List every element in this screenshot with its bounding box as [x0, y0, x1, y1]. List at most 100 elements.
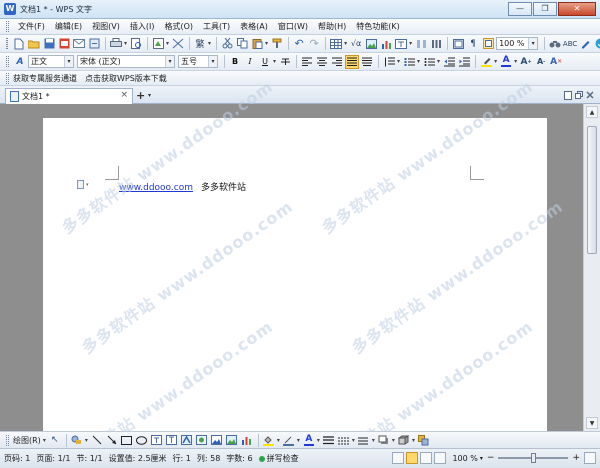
zoom-combo[interactable]: 100 % ▾ [496, 37, 539, 50]
underline-chevron-down-icon[interactable]: ▾ [273, 58, 276, 65]
drawing-chevron-down-icon[interactable]: ▾ [43, 437, 46, 444]
picture-tool-icon[interactable] [225, 433, 239, 447]
page-setup-icon[interactable] [451, 37, 465, 51]
tab-close-icon[interactable]: × [120, 90, 128, 100]
save-as-pdf-icon[interactable] [57, 37, 71, 51]
vertical-textbox-icon[interactable] [165, 433, 179, 447]
menu-window[interactable]: 窗口(W) [273, 19, 313, 35]
zoom-in-icon[interactable]: + [572, 453, 580, 463]
document-hyperlink[interactable]: www.ddooo.com [119, 183, 193, 193]
rectangle-tool-icon[interactable] [120, 433, 134, 447]
maximize-button[interactable]: ❐ [533, 2, 557, 16]
convert-chevron-down-icon[interactable]: ▾ [208, 40, 211, 47]
zoom-chevron-down-icon[interactable]: ▾ [528, 38, 538, 49]
pdf-export-icon[interactable] [151, 37, 165, 51]
menu-help[interactable]: 帮助(H) [313, 19, 351, 35]
vertical-scrollbar[interactable]: ▲ ▼ [583, 104, 600, 431]
select-pointer-icon[interactable]: ↖ [48, 433, 62, 447]
align-left-icon[interactable] [300, 55, 314, 69]
insert-textbox-icon[interactable] [394, 37, 408, 51]
numbering-chevron-down-icon[interactable]: ▾ [417, 58, 420, 65]
clear-format-icon[interactable]: A ✕ [549, 55, 563, 69]
print-preview-icon[interactable] [129, 37, 143, 51]
3d-style-icon[interactable] [397, 433, 411, 447]
menu-features[interactable]: 特色功能(K) [351, 19, 405, 35]
export-options-chevron-down-icon[interactable]: ▾ [166, 40, 169, 47]
line-color-chevron-down-icon[interactable]: ▾ [297, 437, 300, 444]
menu-file[interactable]: 文件(F) [13, 19, 50, 35]
scrollbar-thumb[interactable] [587, 126, 597, 254]
font-color-chevron-down-icon[interactable]: ▾ [514, 58, 517, 65]
style-chevron-down-icon[interactable]: ▾ [64, 56, 73, 67]
align-center-icon[interactable] [315, 55, 329, 69]
arrow-style-icon[interactable] [357, 433, 371, 447]
web-view-icon[interactable] [434, 452, 447, 464]
drawing-menu-button[interactable]: 绘图(R) [13, 435, 41, 446]
draw-font-color-chevron-down-icon[interactable]: ▾ [317, 437, 320, 444]
chart-tool-icon[interactable] [240, 433, 254, 447]
arrow-tool-icon[interactable] [105, 433, 119, 447]
shadow-chevron-down-icon[interactable]: ▾ [392, 437, 395, 444]
format-brush-icon[interactable] [171, 37, 185, 51]
toolbar-grip-icon[interactable] [6, 38, 8, 49]
line-spacing-icon[interactable] [382, 55, 396, 69]
underline-button[interactable]: U [258, 55, 272, 69]
font-color-button[interactable]: A [499, 55, 513, 69]
undo-icon[interactable]: ↶ [292, 37, 306, 51]
new-tab-chevron-down-icon[interactable]: ▾ [148, 92, 151, 99]
print-options-chevron-down-icon[interactable]: ▾ [124, 40, 127, 47]
zoom-chevron-down-icon[interactable]: ▾ [480, 455, 483, 462]
strikethrough-icon[interactable] [278, 55, 292, 69]
autoshapes-chevron-down-icon[interactable]: ▾ [85, 437, 88, 444]
exclusive-service-link[interactable]: 获取专属服务通道 [13, 73, 77, 84]
table-options-chevron-down-icon[interactable]: ▾ [344, 40, 347, 47]
font-combo[interactable]: 宋体 (正文) ▾ [77, 55, 175, 68]
cut-icon[interactable] [220, 37, 234, 51]
spell-check-toggle[interactable]: 拼写检查 [258, 453, 299, 464]
dash-style-icon[interactable] [337, 433, 351, 447]
highlight-chevron-down-icon[interactable]: ▾ [494, 58, 497, 65]
copy-icon[interactable] [235, 37, 249, 51]
bold-button[interactable]: B [228, 55, 242, 69]
status-zoom-value[interactable]: 100 % [452, 454, 477, 463]
document-export-icon[interactable] [87, 37, 101, 51]
menu-table[interactable]: 表格(A) [235, 19, 273, 35]
save-icon[interactable] [42, 37, 56, 51]
ellipse-tool-icon[interactable] [135, 433, 149, 447]
redo-icon[interactable]: ↷ [307, 37, 321, 51]
minimize-button[interactable]: — [508, 2, 532, 16]
line-color-icon[interactable] [282, 433, 296, 447]
new-document-icon[interactable] [12, 37, 26, 51]
toolbar-grip-icon[interactable] [6, 72, 9, 84]
dash-style-chevron-down-icon[interactable]: ▾ [352, 437, 355, 444]
full-screen-view-icon[interactable] [392, 452, 405, 464]
toolbar-grip-icon[interactable] [6, 434, 9, 446]
status-word-count[interactable]: 字数: 6 [226, 453, 252, 464]
document-body-line[interactable]: www.ddooo.com 多多软件站 [119, 180, 246, 193]
menu-view[interactable]: 视图(V) [87, 19, 125, 35]
font-size-combo[interactable]: 五号 ▾ [178, 55, 218, 68]
draw-font-color-icon[interactable]: A [302, 433, 316, 447]
fit-window-icon[interactable] [584, 452, 596, 464]
bulleted-list-icon[interactable] [422, 55, 436, 69]
paragraph-handle[interactable]: ▾ [77, 180, 89, 189]
increase-indent-icon[interactable] [457, 55, 471, 69]
paste-icon[interactable] [250, 37, 264, 51]
wordart-icon[interactable] [180, 433, 194, 447]
decrease-indent-icon[interactable] [442, 55, 456, 69]
page-view-icon[interactable] [406, 452, 419, 464]
format-painter-icon[interactable] [270, 37, 284, 51]
line-tool-icon[interactable] [90, 433, 104, 447]
menu-insert[interactable]: 插入(I) [125, 19, 160, 35]
new-tab-button[interactable]: + [136, 89, 145, 102]
print-icon[interactable] [109, 37, 123, 51]
align-justify-icon[interactable] [345, 54, 360, 69]
3d-chevron-down-icon[interactable]: ▾ [412, 437, 415, 444]
line-spacing-chevron-down-icon[interactable]: ▾ [397, 58, 400, 65]
autoshapes-icon[interactable] [70, 433, 84, 447]
textbox-tool-icon[interactable] [150, 433, 164, 447]
shadow-style-icon[interactable] [377, 433, 391, 447]
italic-button[interactable]: I [243, 55, 257, 69]
menu-grip-icon[interactable] [6, 21, 9, 32]
scroll-down-icon[interactable]: ▼ [586, 417, 598, 429]
